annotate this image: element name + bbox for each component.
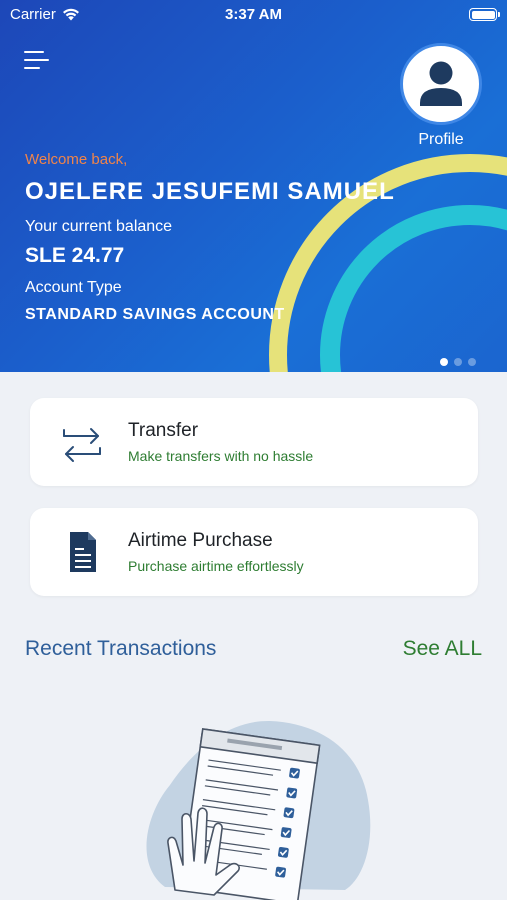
transfer-subtitle: Make transfers with no hassle: [128, 448, 314, 464]
account-type-label: Account Type: [25, 279, 122, 296]
menu-line: [24, 67, 40, 69]
account-type-value: STANDARD SAVINGS ACCOUNT: [25, 306, 285, 323]
status-time: 3:37 AM: [225, 6, 282, 23]
battery-icon: [469, 8, 500, 21]
empty-transactions-illustration: [146, 720, 371, 900]
status-bar: Carrier 3:37 AM: [0, 0, 507, 30]
balance-value: SLE 24.77: [25, 244, 125, 267]
welcome-text: Welcome back,: [25, 151, 128, 168]
account-header: Carrier 3:37 AM Profile Welcome back, OJ…: [0, 0, 507, 372]
carousel-dot[interactable]: [468, 358, 476, 366]
document-icon: [70, 532, 96, 572]
transfer-card[interactable]: Transfer Make transfers with no hassle: [30, 398, 478, 486]
profile-avatar-button[interactable]: [400, 43, 482, 125]
see-all-link[interactable]: See ALL: [403, 637, 482, 661]
menu-line: [24, 59, 49, 61]
carousel-dot-active[interactable]: [440, 358, 448, 366]
menu-button[interactable]: [24, 48, 52, 72]
recent-transactions-heading: Recent Transactions: [25, 637, 217, 660]
carousel-indicator[interactable]: [440, 358, 476, 366]
transfer-title: Transfer: [128, 420, 199, 441]
airtime-title: Airtime Purchase: [128, 530, 273, 551]
carousel-dot[interactable]: [454, 358, 462, 366]
user-icon: [420, 61, 462, 106]
user-name: OJELERE JESUFEMI SAMUEL: [25, 178, 395, 205]
balance-label: Your current balance: [25, 218, 173, 235]
cyan-ring: [320, 205, 507, 372]
airtime-subtitle: Purchase airtime effortlessly: [128, 558, 304, 574]
profile-label[interactable]: Profile: [396, 131, 486, 149]
airtime-purchase-card[interactable]: Airtime Purchase Purchase airtime effort…: [30, 508, 478, 596]
transfer-arrows-icon: [63, 428, 101, 462]
menu-line: [24, 51, 44, 53]
